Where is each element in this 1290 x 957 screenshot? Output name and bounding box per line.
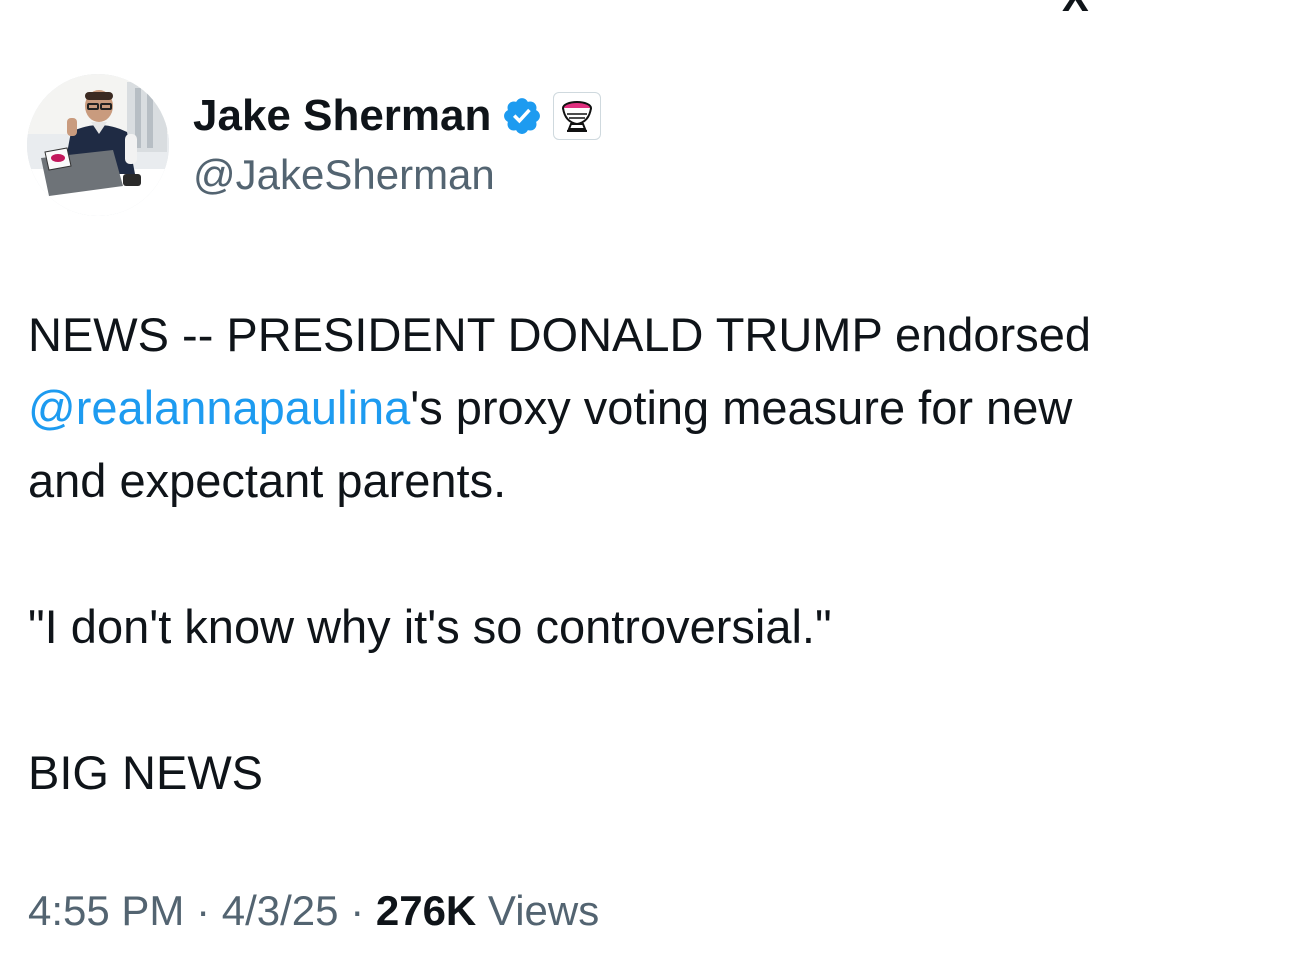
views-count[interactable]: 276K <box>376 887 476 934</box>
tweet-line-2-text: 's proxy voting measure for new <box>410 381 1073 434</box>
tweet-line-1: NEWS -- PRESIDENT DONALD TRUMP endorsed <box>28 298 1268 371</box>
tweet-line-1-text: NEWS -- PRESIDENT DONALD TRUMP endorsed <box>28 308 1091 361</box>
display-name[interactable]: Jake Sherman <box>193 94 491 138</box>
tweet-line-2: @realannapaulina's proxy voting measure … <box>28 371 1268 444</box>
mention-link[interactable]: @realannapaulina <box>28 381 410 434</box>
verified-badge-icon[interactable] <box>501 95 543 137</box>
avatar[interactable] <box>27 74 169 216</box>
author-name-row: Jake Sherman <box>193 88 602 144</box>
profile-photo-icon <box>27 74 169 216</box>
tweet-closing: BIG NEWS <box>28 746 264 799</box>
meta-separator: · <box>338 887 376 934</box>
author-handle[interactable]: @JakeSherman <box>193 150 495 200</box>
punchbowl-affiliate-icon[interactable] <box>553 92 602 140</box>
tweet-body: NEWS -- PRESIDENT DONALD TRUMP endorsed … <box>28 298 1268 809</box>
partial-header-glyph: X <box>1062 0 1093 18</box>
tweet-metadata: 4:55 PM · 4/3/25 · 276K Views <box>28 886 599 936</box>
tweet-time[interactable]: 4:55 PM <box>28 887 184 934</box>
tweet-date[interactable]: 4/3/25 <box>222 887 339 934</box>
tweet-line-3: and expectant parents. <box>28 454 507 507</box>
meta-separator: · <box>184 887 222 934</box>
tweet-quote: "I don't know why it's so controversial.… <box>28 600 832 653</box>
views-label[interactable]: Views <box>476 887 599 934</box>
